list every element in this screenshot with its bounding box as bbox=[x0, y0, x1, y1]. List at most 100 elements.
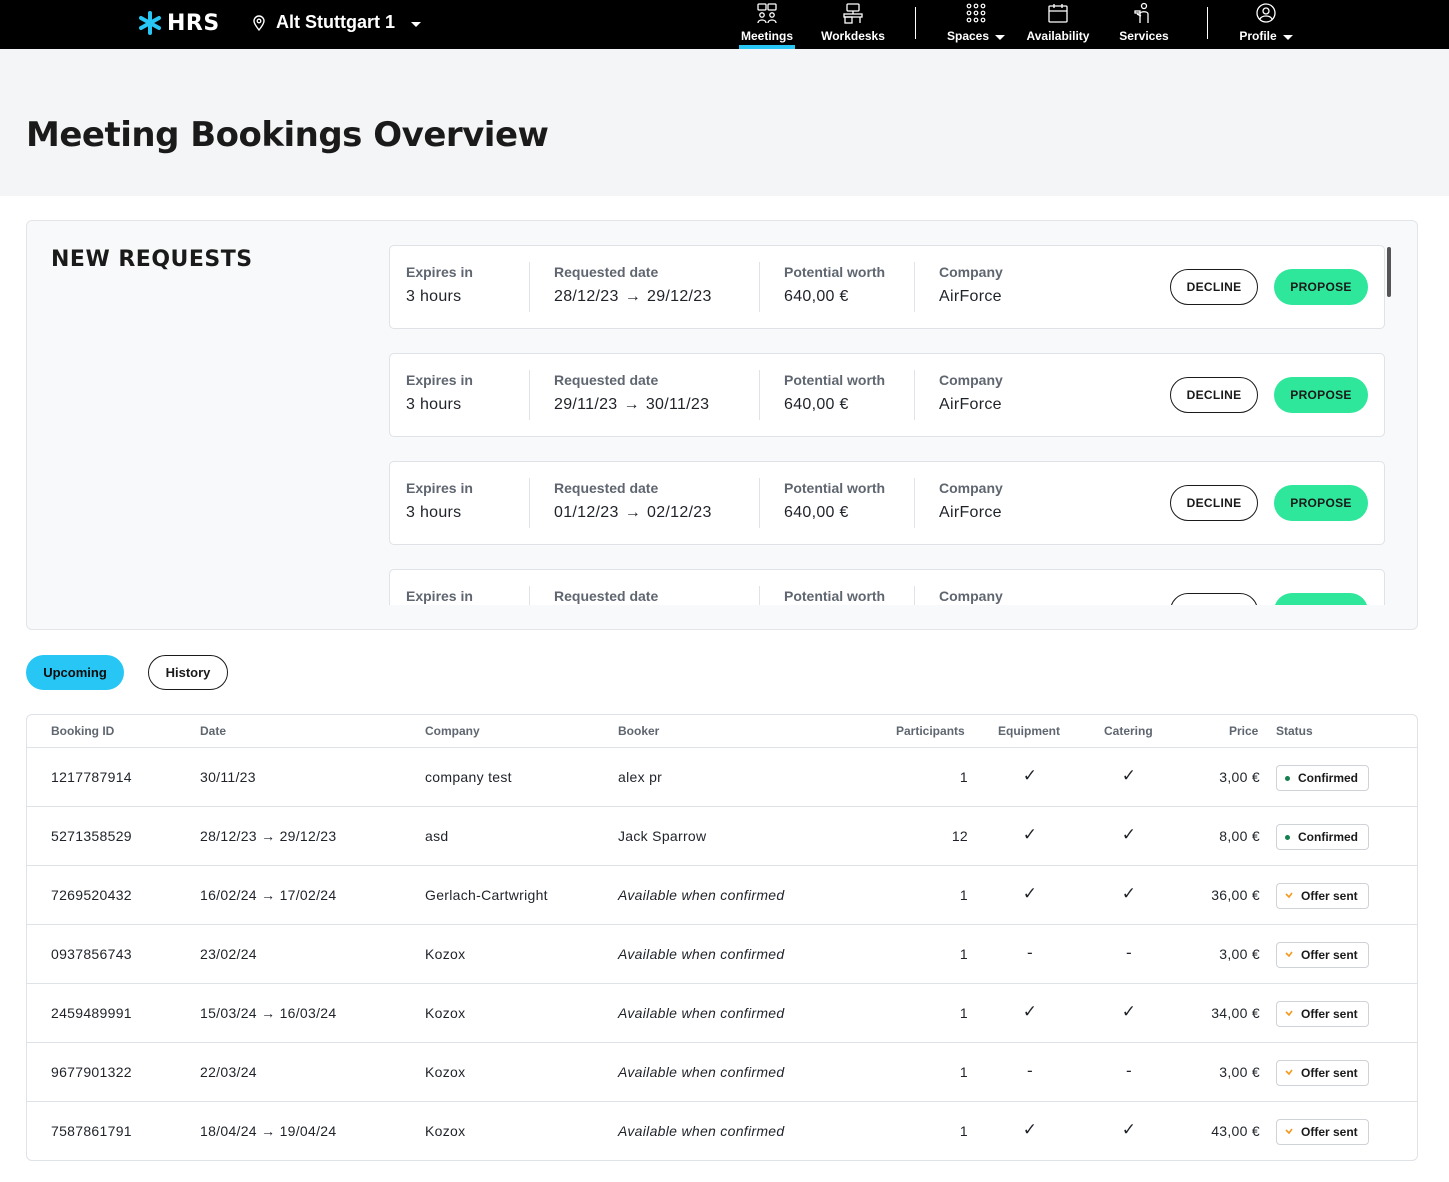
column-divider bbox=[759, 478, 760, 528]
worth-column: Potential worth bbox=[784, 588, 885, 605]
service-person-icon bbox=[1134, 2, 1149, 23]
location-pin-icon bbox=[253, 14, 265, 31]
hrs-logo[interactable]: HRS bbox=[137, 10, 220, 36]
column-header-price[interactable]: Price bbox=[1229, 724, 1258, 738]
requested-date-value: 01/12/23 → 02/12/23 bbox=[554, 504, 712, 522]
equipment-check-icon: ✓ bbox=[1022, 1120, 1038, 1139]
new-requests-panel: NEW REQUESTS Expires in 3 hours Requested … bbox=[26, 220, 1418, 630]
table-row[interactable]: 7269520432 16/02/24 → 17/02/24 Gerlach-Car… bbox=[27, 866, 1417, 925]
column-header-equipment[interactable]: Equipment bbox=[998, 724, 1060, 738]
catering-check-icon: ✓ bbox=[1121, 766, 1137, 785]
booking-date: 28/12/23 → 29/12/23 bbox=[200, 828, 337, 844]
booking-date: 23/02/24 bbox=[200, 946, 257, 962]
requested-date-value: 28/12/23 → 29/12/23 bbox=[554, 288, 712, 306]
date-from: 28/12/23 bbox=[554, 288, 619, 305]
propose-button[interactable]: PROPOSE bbox=[1274, 377, 1368, 413]
date-from: 29/11/23 bbox=[554, 396, 618, 413]
catering-check-icon: - bbox=[1126, 943, 1132, 962]
table-row[interactable]: 7587861791 18/04/24 → 19/04/24 Kozox Availa… bbox=[27, 1102, 1417, 1160]
column-header-catering[interactable]: Catering bbox=[1104, 724, 1153, 738]
nav-meetings[interactable]: Meetings bbox=[739, 2, 795, 49]
table-row[interactable]: 1217787914 30/11/23 company test alex pr 1 ✓ ✓… bbox=[27, 748, 1417, 807]
expires-value: 3 hours bbox=[406, 396, 462, 413]
company-column: Company bbox=[939, 588, 1003, 605]
company-value: AirForce bbox=[939, 288, 1002, 305]
nav-services[interactable]: Services bbox=[1117, 2, 1171, 49]
booking-price: 34,00 € bbox=[1211, 1005, 1260, 1021]
nav-divider bbox=[1207, 7, 1208, 39]
nav-services-label: Services bbox=[1119, 29, 1169, 43]
location-name: Alt Stuttgart 1 bbox=[276, 12, 395, 32]
table-row[interactable]: 0937856743 23/02/24 Kozox Available when co… bbox=[27, 925, 1417, 984]
nav-availability[interactable]: Availability bbox=[1025, 2, 1091, 49]
tab-history[interactable]: History bbox=[148, 655, 228, 690]
expires-column: Expires in 3 hours bbox=[406, 372, 473, 414]
booking-booker: alex pr bbox=[618, 769, 663, 785]
bookings-table: Booking ID Date Company Booker Participa… bbox=[26, 714, 1418, 1161]
status-badge: Offer sent bbox=[1276, 1119, 1369, 1145]
offer-sent-icon bbox=[1285, 1010, 1293, 1017]
booking-price: 36,00 € bbox=[1211, 887, 1260, 903]
nav-profile-label: Profile bbox=[1239, 29, 1293, 43]
column-header-booker[interactable]: Booker bbox=[618, 724, 659, 738]
requests-scrollbar[interactable] bbox=[1387, 247, 1391, 297]
company-label: Company bbox=[939, 480, 1003, 496]
requests-list[interactable]: Expires in 3 hours Requested date 28/12/23 →… bbox=[389, 245, 1385, 605]
company-column: Company AirForce bbox=[939, 264, 1003, 306]
status-label: Offer sent bbox=[1301, 1007, 1358, 1021]
nav-spaces[interactable]: Spaces bbox=[945, 2, 1007, 49]
top-navigation-bar: HRS Alt Stuttgart 1 Meetings Workdesks S… bbox=[0, 0, 1449, 49]
arrow-right-icon: → bbox=[624, 504, 641, 521]
profile-icon bbox=[1256, 3, 1276, 23]
propose-button[interactable]: PROPOSE bbox=[1274, 269, 1368, 305]
decline-button[interactable]: DECLINE bbox=[1170, 593, 1258, 605]
propose-button[interactable]: PROPOSE bbox=[1274, 485, 1368, 521]
status-label: Offer sent bbox=[1301, 1066, 1358, 1080]
date-to: 29/12/23 bbox=[647, 288, 712, 305]
date-to: 30/11/23 bbox=[645, 396, 710, 413]
company-value: AirForce bbox=[939, 504, 1002, 521]
booking-id: 1217787914 bbox=[51, 769, 132, 785]
date-to: 02/12/23 bbox=[647, 504, 712, 521]
propose-button[interactable]: PROPOSE bbox=[1274, 593, 1368, 605]
booking-company: asd bbox=[425, 828, 449, 844]
decline-button[interactable]: DECLINE bbox=[1170, 485, 1258, 521]
table-row[interactable]: 5271358529 28/12/23 → 29/12/23 asd Jack Spa… bbox=[27, 807, 1417, 866]
column-divider bbox=[529, 586, 530, 605]
column-divider bbox=[529, 262, 530, 312]
table-row[interactable]: 9677901322 22/03/24 Kozox Available when co… bbox=[27, 1043, 1417, 1102]
worth-value: 640,00 € bbox=[784, 504, 849, 521]
status-label: Confirmed bbox=[1298, 830, 1358, 844]
booking-date: 22/03/24 bbox=[200, 1064, 257, 1080]
column-divider bbox=[914, 478, 915, 528]
table-row[interactable]: 2459489991 15/03/24 → 16/03/24 Kozox Availa… bbox=[27, 984, 1417, 1043]
worth-label: Potential worth bbox=[784, 588, 886, 604]
worth-label: Potential worth bbox=[784, 372, 886, 388]
tab-upcoming[interactable]: Upcoming bbox=[26, 655, 124, 690]
status-badge: Offer sent bbox=[1276, 883, 1369, 909]
status-label: Confirmed bbox=[1298, 771, 1358, 785]
nav-workdesks-label: Workdesks bbox=[821, 29, 885, 43]
nav-workdesks[interactable]: Workdesks bbox=[819, 2, 887, 49]
location-selector[interactable]: Alt Stuttgart 1 bbox=[252, 12, 421, 33]
brand-name: HRS bbox=[167, 10, 220, 36]
booking-participants: 1 bbox=[959, 1064, 968, 1080]
equipment-check-icon: - bbox=[1027, 943, 1033, 962]
booking-participants: 1 bbox=[959, 1005, 968, 1021]
column-header-participants[interactable]: Participants bbox=[896, 724, 965, 738]
nav-profile[interactable]: Profile bbox=[1238, 2, 1294, 49]
confirmed-dot-icon bbox=[1285, 834, 1290, 840]
company-column: Company AirForce bbox=[939, 372, 1003, 414]
decline-button[interactable]: DECLINE bbox=[1170, 377, 1258, 413]
column-header-booking-id[interactable]: Booking ID bbox=[51, 724, 114, 738]
booking-company: Kozox bbox=[425, 946, 466, 962]
offer-sent-icon bbox=[1285, 892, 1293, 899]
column-header-status[interactable]: Status bbox=[1276, 724, 1313, 738]
booking-id: 2459489991 bbox=[51, 1005, 132, 1021]
column-header-date[interactable]: Date bbox=[200, 724, 226, 738]
column-header-company[interactable]: Company bbox=[425, 724, 480, 738]
booking-participants: 1 bbox=[959, 1123, 968, 1139]
decline-button[interactable]: DECLINE bbox=[1170, 269, 1258, 305]
status-badge: Offer sent bbox=[1276, 942, 1369, 968]
column-divider bbox=[529, 478, 530, 528]
